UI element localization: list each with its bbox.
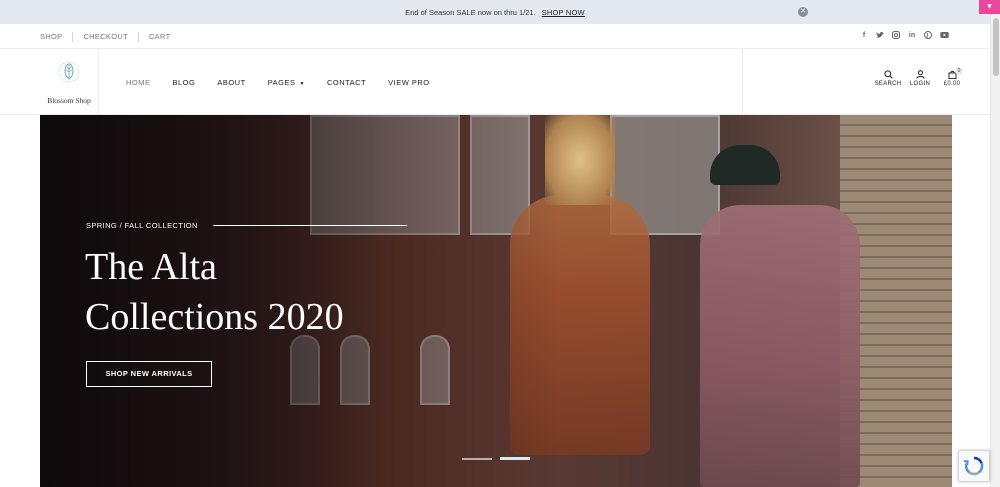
model-hat [710,145,780,185]
search-button[interactable]: SEARCH [872,70,904,87]
hero-title-line-2: Collections 2020 [85,296,344,338]
hero-slider: SPRING / FALL COLLECTION The Alta Collec… [40,115,952,487]
cart-total: £0.00 [943,81,961,87]
eyebrow-rule [212,225,407,226]
top-link-checkout[interactable]: CHECKOUT [83,32,128,41]
corner-badge-icon[interactable]: ▾ [979,0,1000,14]
close-icon[interactable]: ✕ [798,7,808,17]
pinterest-icon[interactable] [924,31,932,40]
announcement-bar: End of Season SALE now on thru 1/21. SHO… [0,0,990,24]
model-figure-right [700,205,860,487]
nav-about[interactable]: ABOUT [217,78,245,87]
cart-count-badge: 0 [955,67,963,75]
hero-title-line-1: The Alta [85,246,217,288]
main-nav: HOME BLOG ABOUT PAGES ▼ CONTACT VIEW PRO [126,50,452,115]
nav-home[interactable]: HOME [126,78,151,87]
hero-eyebrow: SPRING / FALL COLLECTION [86,221,407,230]
slider-pagination [462,457,530,460]
recaptcha-icon [963,456,984,476]
user-icon [915,70,925,79]
twitter-icon[interactable] [876,31,884,40]
page-scrollbar[interactable] [990,14,1000,487]
shop-now-link[interactable]: SHOP NOW [542,8,585,17]
top-links-bar: SHOP CHECKOUT CART f in [0,24,990,49]
instagram-icon[interactable] [892,31,900,40]
recaptcha-badge[interactable] [958,450,990,482]
divider [137,31,139,42]
login-button[interactable]: LOGIN [904,70,936,87]
hero-eyebrow-text: SPRING / FALL COLLECTION [86,221,198,230]
caret-down-icon: ▼ [299,81,305,87]
shop-new-arrivals-button[interactable]: SHOP NEW ARRIVALS [86,361,212,387]
slide-dot-2[interactable] [500,457,530,460]
login-label: LOGIN [909,81,931,87]
logo-flower-icon [58,58,80,93]
divider [72,31,74,42]
search-icon [883,70,893,79]
top-link-shop[interactable]: SHOP [40,32,62,41]
nav-contact[interactable]: CONTACT [327,78,366,87]
youtube-icon[interactable] [940,31,949,40]
header-actions: SEARCH LOGIN 0 £0.00 [872,67,968,87]
nav-view-pro[interactable]: VIEW PRO [388,78,430,87]
logo[interactable]: Blossom Shop [40,50,99,115]
site-header: Blossom Shop HOME BLOG ABOUT PAGES ▼ CONT… [0,50,990,115]
announcement-text: End of Season SALE now on thru 1/21. [405,7,536,17]
header-divider [742,50,743,115]
social-links: f in [860,31,949,40]
search-label: SEARCH [874,81,902,87]
linkedin-icon[interactable]: in [908,31,916,40]
nav-blog[interactable]: BLOG [173,78,196,87]
utility-links: SHOP CHECKOUT CART [40,24,170,49]
brand-name: Blossom Shop [47,96,91,105]
top-link-cart[interactable]: CART [149,32,170,41]
scrollbar-thumb[interactable] [993,18,999,76]
cart-button[interactable]: 0 £0.00 [936,67,968,87]
facebook-icon[interactable]: f [860,31,868,40]
nav-pages-label: PAGES [267,78,296,87]
hero-title: The Alta Collections 2020 [85,242,415,342]
slide-dot-1[interactable] [462,458,492,460]
nav-pages[interactable]: PAGES ▼ [268,78,305,87]
